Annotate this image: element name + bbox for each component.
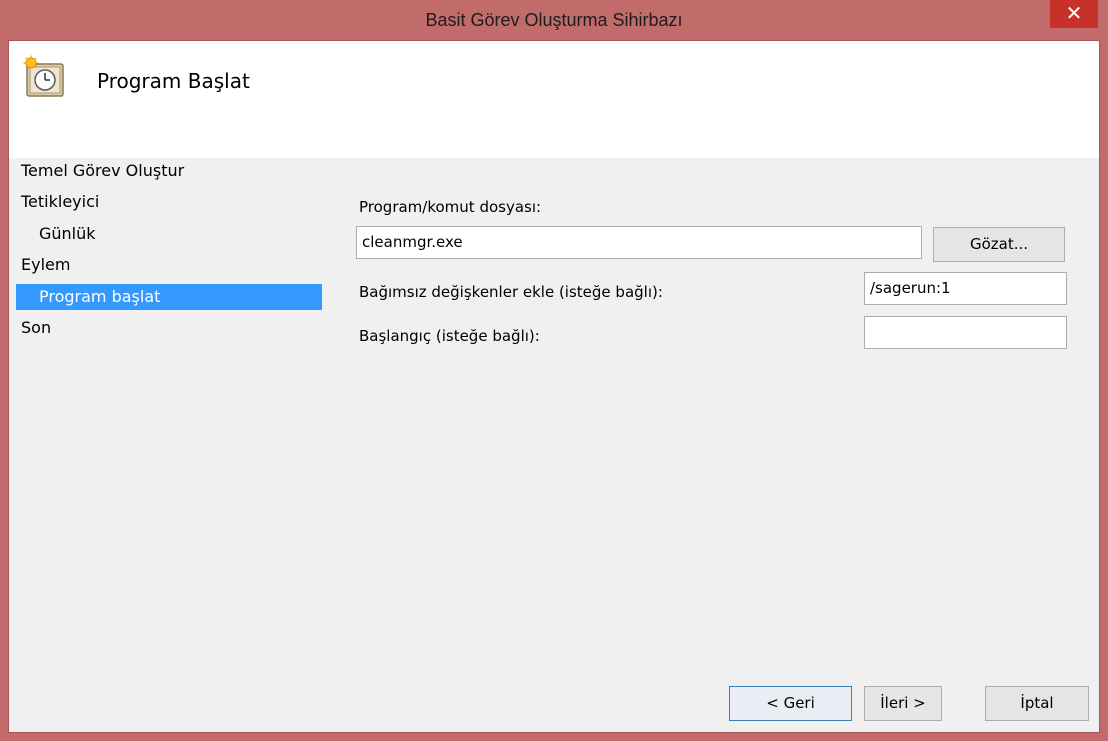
start-in-input[interactable] [864, 316, 1067, 349]
close-button[interactable]: ✕ [1050, 0, 1098, 28]
nav-item-tetikleyici[interactable]: Tetikleyici [16, 189, 322, 215]
back-button[interactable]: < Geri [729, 686, 852, 721]
nav-item-son[interactable]: Son [16, 315, 322, 341]
arguments-label: Bağımsız değişkenler ekle (isteğe bağlı)… [359, 283, 663, 301]
wizard-client-area: Program Başlat Temel Görev Oluştur Tetik… [8, 40, 1100, 733]
nav-item-eylem[interactable]: Eylem [16, 252, 322, 278]
task-scheduler-clock-icon [23, 55, 64, 97]
window-title: Basit Görev Oluşturma Sihirbazı [425, 10, 683, 30]
program-path-input[interactable]: cleanmgr.exe [356, 226, 922, 259]
close-icon: ✕ [1065, 1, 1083, 25]
nav-item-temel-gorev-olustur[interactable]: Temel Görev Oluştur [16, 158, 322, 184]
nav-item-program-baslat[interactable]: Program başlat [16, 284, 322, 310]
nav-item-gunluk[interactable]: Günlük [16, 221, 322, 247]
arguments-input[interactable]: /sagerun:1 [864, 272, 1067, 305]
wizard-window: Basit Görev Oluşturma Sihirbazı ✕ Progra… [0, 0, 1108, 741]
wizard-steps-nav: Temel Görev Oluştur Tetikleyici Günlük E… [9, 158, 329, 718]
cancel-button[interactable]: İptal [985, 686, 1089, 721]
title-bar[interactable]: Basit Görev Oluşturma Sihirbazı ✕ [0, 0, 1108, 40]
page-title: Program Başlat [97, 69, 250, 93]
browse-button[interactable]: Gözat... [933, 227, 1065, 262]
wizard-header: Program Başlat [9, 41, 1099, 158]
start-in-label: Başlangıç (isteğe bağlı): [359, 327, 540, 345]
program-label: Program/komut dosyası: [359, 198, 542, 216]
next-button[interactable]: İleri > [864, 686, 942, 721]
